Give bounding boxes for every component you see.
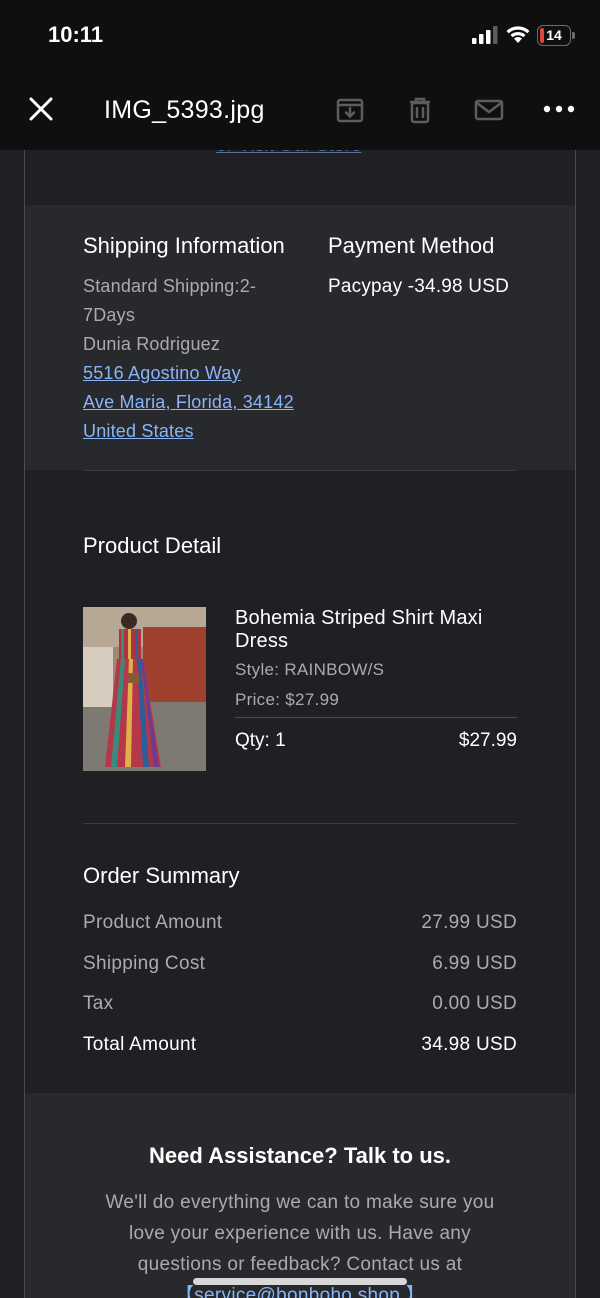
shipping-method-line1: Standard Shipping:2- bbox=[83, 276, 257, 296]
payment-method-title: Payment Method bbox=[328, 233, 495, 258]
address-line1-link[interactable]: 5516 Agostino Way bbox=[83, 363, 241, 384]
mail-icon[interactable] bbox=[474, 95, 504, 125]
product-divider bbox=[235, 717, 517, 718]
shipping-method-line2: 7Days bbox=[83, 305, 136, 325]
section-divider bbox=[83, 470, 517, 471]
battery-level-text: 14 bbox=[546, 27, 562, 43]
assistance-body: We'll do everything we can to make sure … bbox=[105, 1192, 495, 1275]
support-email-link[interactable]: 【service@bonboho.shop 】 bbox=[175, 1285, 425, 1298]
recipient-name: Dunia Rodriguez bbox=[83, 334, 221, 354]
address-line2-link[interactable]: Ave Maria, Florida, 34142 bbox=[83, 392, 294, 413]
summary-value: 27.99 USD bbox=[421, 912, 517, 933]
summary-label: Product Amount bbox=[83, 912, 223, 933]
product-price: Price: $27.99 bbox=[235, 690, 340, 709]
close-icon[interactable] bbox=[26, 94, 56, 124]
summary-label: Shipping Cost bbox=[83, 953, 206, 974]
product-image[interactable] bbox=[83, 607, 206, 771]
status-bar: 10:11 14 bbox=[0, 0, 600, 72]
product-detail-title: Product Detail bbox=[83, 533, 222, 558]
summary-value: 6.99 USD bbox=[432, 953, 517, 974]
battery-cap bbox=[572, 32, 575, 39]
trash-icon[interactable] bbox=[405, 95, 435, 125]
payment-method-value: Pacypay -34.98 USD bbox=[328, 276, 510, 297]
viewer-toolbar bbox=[0, 72, 600, 150]
product-line-total: $27.99 bbox=[458, 730, 517, 751]
status-time: 10:11 bbox=[48, 22, 104, 47]
assistance-title: Need Assistance? Talk to us. bbox=[149, 1143, 451, 1168]
summary-value: 0.00 USD bbox=[432, 993, 517, 1014]
section-divider bbox=[83, 823, 517, 824]
summary-label: Total Amount bbox=[83, 1034, 197, 1055]
product-name: Bohemia Striped Shirt Maxi Dress bbox=[235, 607, 483, 652]
wifi-icon bbox=[506, 26, 530, 43]
battery-indicator: 14 bbox=[537, 25, 575, 46]
archive-icon[interactable] bbox=[335, 95, 365, 125]
summary-value: 34.98 USD bbox=[421, 1034, 517, 1055]
summary-label: Tax bbox=[83, 993, 114, 1014]
file-name-title: IMG_5393.jpg bbox=[104, 96, 265, 124]
order-summary-title: Order Summary bbox=[83, 863, 240, 888]
address-country-link[interactable]: United States bbox=[83, 421, 194, 442]
product-style: Style: RAINBOW/S bbox=[235, 660, 385, 679]
signal-bars-icon bbox=[472, 26, 498, 44]
home-indicator[interactable] bbox=[193, 1278, 407, 1285]
product-photo-dress bbox=[83, 607, 206, 771]
product-quantity: Qty: 1 bbox=[235, 730, 286, 751]
more-icon[interactable] bbox=[543, 101, 575, 117]
shipping-info-title: Shipping Information bbox=[83, 233, 285, 258]
